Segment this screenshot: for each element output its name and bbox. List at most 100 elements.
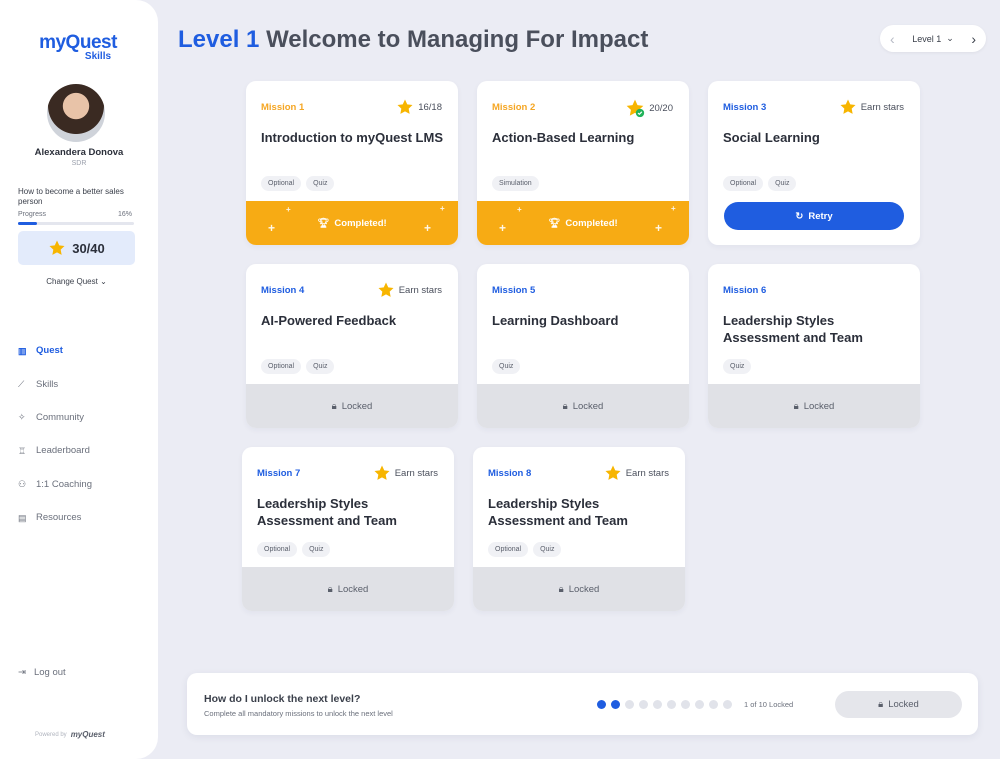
mission-status-label: Locked xyxy=(337,583,369,595)
mission-tags: Optional Quiz xyxy=(261,176,335,191)
map-icon: ▥ xyxy=(18,345,27,356)
mission-title: Social Learning xyxy=(723,130,820,145)
mission-status-locked: 🔒︎ Locked xyxy=(708,384,920,428)
nav-item-quest[interactable]: ▥ Quest xyxy=(18,334,92,367)
mission-stars: Earn stars xyxy=(377,281,442,299)
progress-label: Progress xyxy=(18,211,47,218)
progress-fill xyxy=(18,222,37,225)
star-icon xyxy=(840,99,856,114)
locked-button-label: Locked xyxy=(888,699,919,710)
mission-status-locked: 🔒︎ Locked xyxy=(246,384,458,428)
logout-button[interactable]: ⇥ Log out xyxy=(18,667,66,678)
mission-tags: Optional Quiz xyxy=(723,176,797,191)
level-dot[interactable] xyxy=(639,700,648,709)
mission-status-label: Locked xyxy=(572,400,604,412)
stars-total: 30/40 xyxy=(18,231,135,265)
level-dot[interactable] xyxy=(611,700,620,709)
star-icon xyxy=(374,465,390,480)
sparkle-icon: + xyxy=(440,204,445,213)
mission-status-label: Locked xyxy=(803,400,835,412)
level-dot[interactable] xyxy=(695,700,704,709)
mission-card-1[interactable]: Mission 1 16/18 Introduction to myQuest … xyxy=(246,81,458,245)
mission-card-8[interactable]: Mission 8 Earn stars Leadership Styles A… xyxy=(473,447,685,611)
change-quest-label: Change Quest xyxy=(46,277,98,286)
nav-label: Leaderboard xyxy=(36,445,90,457)
level-dot[interactable] xyxy=(709,700,718,709)
mission-card-5[interactable]: Mission 5 Learning Dashboard Quiz 🔒︎ Loc… xyxy=(477,264,689,428)
lock-icon: 🔒︎ xyxy=(558,583,564,595)
tag: Quiz xyxy=(533,542,562,557)
level-dot[interactable] xyxy=(625,700,634,709)
level-dot[interactable] xyxy=(597,700,606,709)
mission-card-7[interactable]: Mission 7 Earn stars Leadership Styles A… xyxy=(242,447,454,611)
tag: Simulation xyxy=(492,176,539,191)
mission-tags: Quiz xyxy=(723,359,752,374)
mission-stars: Earn stars xyxy=(373,464,438,482)
mission-stars-value: 20/20 xyxy=(649,102,673,114)
mission-card-2[interactable]: Mission 2 20/20 Action-Based Learning Si… xyxy=(477,81,689,245)
mission-stars: Earn stars xyxy=(839,98,904,116)
nav-menu: ▥ Quest ⟋ Skills ✧ Community ♖ Leaderboa… xyxy=(18,334,92,534)
nav-item-resources[interactable]: ▤ Resources xyxy=(18,501,92,534)
sparkle-icon: + xyxy=(286,205,291,214)
quest-name: How to become a better sales person xyxy=(18,187,124,206)
progress-bar xyxy=(18,222,134,225)
level-switcher: ‹ Level 1 ⌄ › xyxy=(880,25,986,52)
mission-tags: Optional Quiz xyxy=(488,542,562,557)
mission-title: Action-Based Learning xyxy=(492,130,635,145)
mission-card-4[interactable]: Mission 4 Earn stars AI-Powered Feedback… xyxy=(246,264,458,428)
mission-title: AI-Powered Feedback xyxy=(261,313,397,328)
level-select[interactable]: Level 1 ⌄ xyxy=(912,33,954,44)
mission-card-3[interactable]: Mission 3 Earn stars Social Learning Opt… xyxy=(708,81,920,245)
nav-item-skills[interactable]: ⟋ Skills xyxy=(18,367,92,400)
level-dot[interactable] xyxy=(723,700,732,709)
mission-tags: Quiz xyxy=(492,359,521,374)
lock-icon: 🔒︎ xyxy=(562,400,568,412)
nav-label: Skills xyxy=(36,378,59,390)
trophy-icon: 🏆︎ xyxy=(548,217,561,229)
star-icon xyxy=(49,240,65,255)
retry-button[interactable]: ↻ Retry xyxy=(724,202,904,230)
logout-icon: ⇥ xyxy=(18,667,26,678)
mission-status-completed[interactable]: + + + + 🏆︎ Completed! xyxy=(246,201,458,245)
powered-by: Powered by myQuest xyxy=(35,730,105,739)
mission-number: Mission 3 xyxy=(723,102,767,113)
nav-label: 1:1 Coaching xyxy=(36,478,92,490)
nav-item-community[interactable]: ✧ Community xyxy=(18,401,92,434)
sparkle-icon: + xyxy=(268,221,276,235)
mission-tags: Optional Quiz xyxy=(257,542,331,557)
chevron-right-icon[interactable]: › xyxy=(971,31,976,47)
lock-icon: 🔒︎ xyxy=(331,400,337,412)
sparkle-icon: + xyxy=(424,221,432,235)
tag: Optional xyxy=(723,176,764,191)
sparkle-icon: + xyxy=(655,221,663,235)
mission-stars-value: Earn stars xyxy=(394,467,438,479)
nav-label: Resources xyxy=(36,512,82,524)
sidebar: myQuest Skills Alexandera Donova SDR How… xyxy=(0,0,158,759)
mission-status-locked: 🔒︎ Locked xyxy=(473,567,685,611)
level-label: Level 1 xyxy=(178,26,260,53)
nav-item-leaderboard[interactable]: ♖ Leaderboard xyxy=(18,434,92,467)
next-level-locked-button[interactable]: 🔒︎ Locked xyxy=(835,691,962,718)
unlock-subtitle: Complete all mandatory missions to unloc… xyxy=(204,709,393,718)
tag: Quiz xyxy=(492,359,521,374)
nav-label: Community xyxy=(36,411,85,423)
level-dot[interactable] xyxy=(681,700,690,709)
avatar[interactable] xyxy=(47,84,105,142)
nav-item-coaching[interactable]: ⚇ 1:1 Coaching xyxy=(18,468,92,501)
star-icon xyxy=(397,99,413,114)
mission-stars: Earn stars xyxy=(604,464,669,482)
mission-number: Mission 6 xyxy=(723,285,767,296)
chevron-left-icon[interactable]: ‹ xyxy=(890,31,895,47)
tag: Optional xyxy=(261,359,302,374)
level-progress-dots xyxy=(597,700,732,709)
brand-logo[interactable]: myQuest Skills xyxy=(33,32,123,62)
level-dot[interactable] xyxy=(653,700,662,709)
mission-card-6[interactable]: Mission 6 Leadership Styles Assessment a… xyxy=(708,264,920,428)
tag: Quiz xyxy=(723,359,752,374)
mission-status-completed[interactable]: + + + + 🏆︎ Completed! xyxy=(477,201,689,245)
document-icon: ▤ xyxy=(18,512,27,523)
mission-number: Mission 8 xyxy=(488,468,532,479)
change-quest-button[interactable]: Change Quest ⌄ xyxy=(18,273,135,291)
level-dot[interactable] xyxy=(667,700,676,709)
